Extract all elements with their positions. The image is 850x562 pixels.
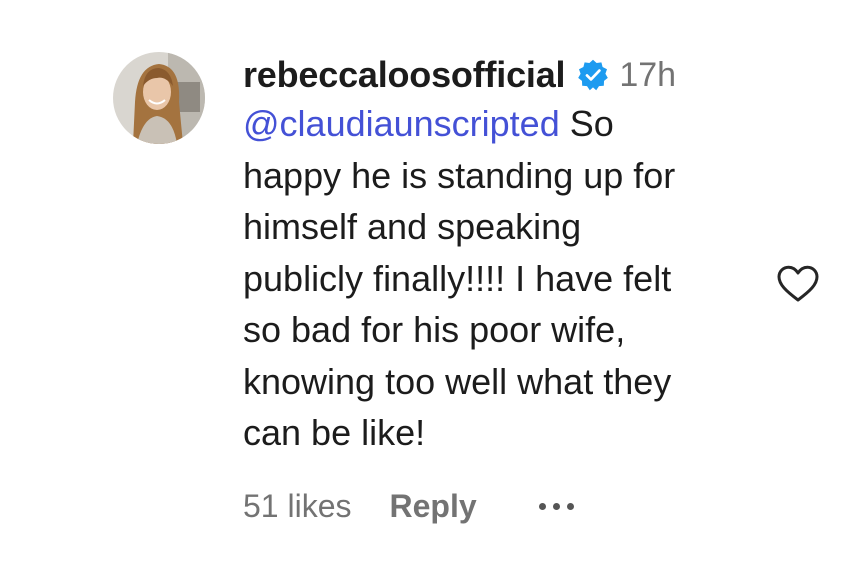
comment-line: publicly finally!!!! I have felt bbox=[243, 257, 672, 299]
comment-line: can be like! bbox=[243, 412, 426, 453]
comment: rebeccaloosofficial 17h @claudiaunscript… bbox=[0, 0, 850, 562]
comment-line: knowing too well what they bbox=[243, 360, 672, 402]
comment-line: himself and speaking bbox=[243, 206, 582, 247]
dot bbox=[566, 503, 574, 510]
dot bbox=[552, 503, 560, 510]
comment-line: So bbox=[559, 103, 614, 144]
likes-count[interactable]: 51 likes bbox=[243, 488, 352, 525]
mention-link[interactable]: @claudiaunscripted bbox=[243, 103, 560, 144]
dot bbox=[538, 503, 546, 510]
comment-content: rebeccaloosofficial 17h @claudiaunscript… bbox=[243, 52, 763, 459]
comment-line: so bad for his poor wife, bbox=[243, 309, 626, 350]
comment-text: @claudiaunscripted So happy he is standi… bbox=[243, 98, 763, 459]
avatar[interactable] bbox=[113, 52, 205, 144]
username-link[interactable]: rebeccaloosofficial bbox=[243, 54, 566, 96]
comment-header: rebeccaloosofficial 17h bbox=[243, 52, 763, 98]
comment-timestamp: 17h bbox=[619, 55, 677, 94]
reply-button[interactable]: Reply bbox=[390, 488, 477, 525]
comment-line: happy he is standing up for bbox=[243, 154, 676, 196]
more-options-icon[interactable] bbox=[538, 503, 574, 510]
avatar-image bbox=[113, 52, 205, 144]
comment-footer: 51 likes Reply bbox=[243, 488, 574, 525]
verified-badge-icon bbox=[577, 59, 609, 91]
heart-icon[interactable] bbox=[776, 264, 820, 304]
